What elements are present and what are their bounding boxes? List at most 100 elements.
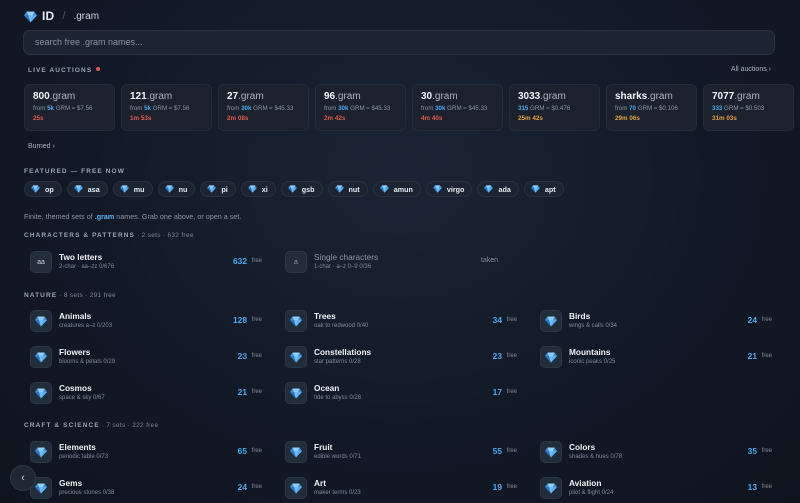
set-item[interactable]: Art maker terms 0/23 19 free (278, 477, 518, 503)
set-title: Birds (569, 311, 591, 321)
burned-link[interactable]: Burned › (28, 143, 55, 150)
set-tile (285, 477, 307, 499)
featured-chip[interactable]: pi (200, 181, 236, 197)
set-item[interactable]: Elements periodic table 0/73 65 free (23, 441, 263, 467)
featured-chip[interactable]: gsb (280, 181, 323, 197)
set-free-count: 23 (492, 351, 502, 361)
set-item[interactable]: Birds wings & calls 0/34 24 free (533, 310, 773, 336)
chip-label: xi (261, 184, 268, 194)
set-meta: blooms & petals 0/29 (59, 359, 116, 365)
set-free-label: free (506, 484, 517, 490)
set-item[interactable]: Cosmos space & sky 0/67 21 free (23, 382, 263, 408)
auction-card[interactable]: 96.gram from 30k GRM ≈ $45.33 2m 42s (315, 84, 406, 131)
featured-chip[interactable]: asa (66, 181, 108, 197)
chip-label: op (45, 184, 54, 194)
back-button[interactable]: ‹ (10, 465, 36, 491)
set-meta: space & sky 0/67 (59, 395, 105, 401)
set-free-count: 17 (492, 387, 502, 397)
auction-card[interactable]: 27.gram from 30k GRM ≈ $45.33 2m 08s (218, 84, 309, 131)
auction-name: 800.gram (33, 91, 76, 102)
set-free-count: 24 (237, 482, 247, 492)
chip-label: nu (178, 184, 188, 194)
set-meta: oak to redwood 0/40 (314, 323, 369, 329)
auction-timer: 29m 06s (615, 115, 640, 122)
chip-label: apt (544, 184, 556, 194)
set-item[interactable]: Mountains iconic peaks 0/25 21 free (533, 346, 773, 372)
set-tile (30, 441, 52, 463)
auction-bid: 30k (338, 105, 349, 112)
auction-card[interactable]: 800.gram from 5k GRM ≈ $7.56 25s (24, 84, 115, 131)
auction-timer: 2m 42s (324, 115, 346, 122)
auction-bid: 70 (629, 105, 636, 112)
set-item[interactable]: Aviation pilot & flight 0/24 13 free (533, 477, 773, 503)
featured-chip[interactable]: ada (477, 181, 519, 197)
diamond-icon (545, 447, 557, 458)
set-free-count: 65 (237, 446, 247, 456)
auction-name: sharks.gram (615, 91, 673, 102)
set-title: Constellations (314, 347, 372, 357)
set-meta: maker terms 0/23 (314, 490, 361, 496)
diamond-icon (165, 185, 174, 193)
set-free-count: 55 (492, 446, 502, 456)
set-meta: 1-char · a–z 0–9 0/36 (314, 264, 372, 270)
set-free-count: 128 (233, 315, 247, 325)
set-free-label: free (506, 353, 517, 359)
set-tile (285, 382, 307, 404)
auction-card[interactable]: sharks.gram from 70 GRM ≈ $0.106 29m 06s (606, 84, 697, 131)
set-item[interactable]: Trees oak to redwood 0/40 34 free (278, 310, 518, 336)
set-tile (285, 346, 307, 368)
set-title: Ocean (314, 383, 340, 393)
auction-card[interactable]: 7077.gram 333 GRM ≈ $0.503 31m 03s (703, 84, 794, 131)
auction-card[interactable]: 121.gram from 5k GRM ≈ $7.56 1m 53s (121, 84, 212, 131)
search-input[interactable]: search free .gram names... (23, 30, 775, 55)
set-item[interactable]: Gems precious stones 0/38 24 free (23, 477, 263, 503)
set-item[interactable]: aa Two letters 2-char · aa–zz 0/676 632 free (23, 251, 263, 277)
auction-suffix: .gram (432, 91, 458, 102)
featured-chip[interactable]: xi (240, 181, 276, 197)
set-title: Fruit (314, 442, 333, 452)
live-auctions-label: LIVE AUCTIONS (28, 67, 101, 74)
auction-name: 96.gram (324, 91, 361, 102)
section-title: CRAFT & SCIENCE (24, 422, 100, 429)
section-label: CRAFT & SCIENCE · 7 sets · 222 free (24, 422, 158, 429)
diamond-icon (290, 388, 302, 399)
featured-chip[interactable]: op (24, 181, 62, 197)
set-free-count: 23 (237, 351, 247, 361)
diamond-icon (248, 185, 257, 193)
featured-chip[interactable]: virgo (425, 181, 473, 197)
set-item[interactable]: Constellations star patterns 0/28 23 free (278, 346, 518, 372)
diamond-icon (35, 352, 47, 363)
set-item[interactable]: Flowers blooms & petals 0/29 23 free (23, 346, 263, 372)
section-title: CHARACTERS & PATTERNS (24, 232, 135, 239)
diamond-icon (207, 185, 216, 193)
set-item[interactable]: Ocean tide to abyss 0/28 17 free (278, 382, 518, 408)
brand-name[interactable]: ID (42, 9, 54, 23)
featured-chip[interactable]: amun (372, 181, 421, 197)
section-label: NATURE · 8 sets · 291 free (24, 292, 116, 299)
set-item[interactable]: Colors shades & hues 0/78 35 free (533, 441, 773, 467)
auction-card[interactable]: 3033.gram 315 GRM ≈ $0.476 25m 42s (509, 84, 600, 131)
auction-price: from 30k GRM ≈ $45.33 (227, 105, 294, 112)
diamond-logo-icon[interactable] (24, 11, 36, 22)
auction-card[interactable]: 30.gram from 30k GRM ≈ $45.33 4m 40s (412, 84, 503, 131)
featured-chip[interactable]: apt (523, 181, 564, 197)
auction-name: 7077.gram (712, 91, 760, 102)
set-item[interactable]: Fruit edible words 0/71 55 free (278, 441, 518, 467)
auction-timer: 1m 53s (130, 115, 152, 122)
featured-chip[interactable]: nu (157, 181, 196, 197)
set-item[interactable]: a Single characters 1-char · a–z 0–9 0/36 t… (278, 251, 518, 277)
header: ID / .gram (24, 8, 99, 24)
diamond-icon (545, 316, 557, 327)
all-auctions-link[interactable]: All auctions › (731, 66, 771, 73)
set-meta: edible words 0/71 (314, 454, 362, 460)
set-free-count: 24 (747, 315, 757, 325)
auction-suffix: .gram (335, 91, 361, 102)
set-item[interactable]: Animals creatures a–z 0/203 128 free (23, 310, 263, 336)
featured-chip[interactable]: nut (327, 181, 368, 197)
set-free-label: free (251, 353, 262, 359)
chip-label: nut (348, 184, 360, 194)
set-title: Trees (314, 311, 336, 321)
chip-label: mu (133, 184, 145, 194)
auction-suffix: .gram (49, 91, 76, 102)
featured-chip[interactable]: mu (112, 181, 153, 197)
